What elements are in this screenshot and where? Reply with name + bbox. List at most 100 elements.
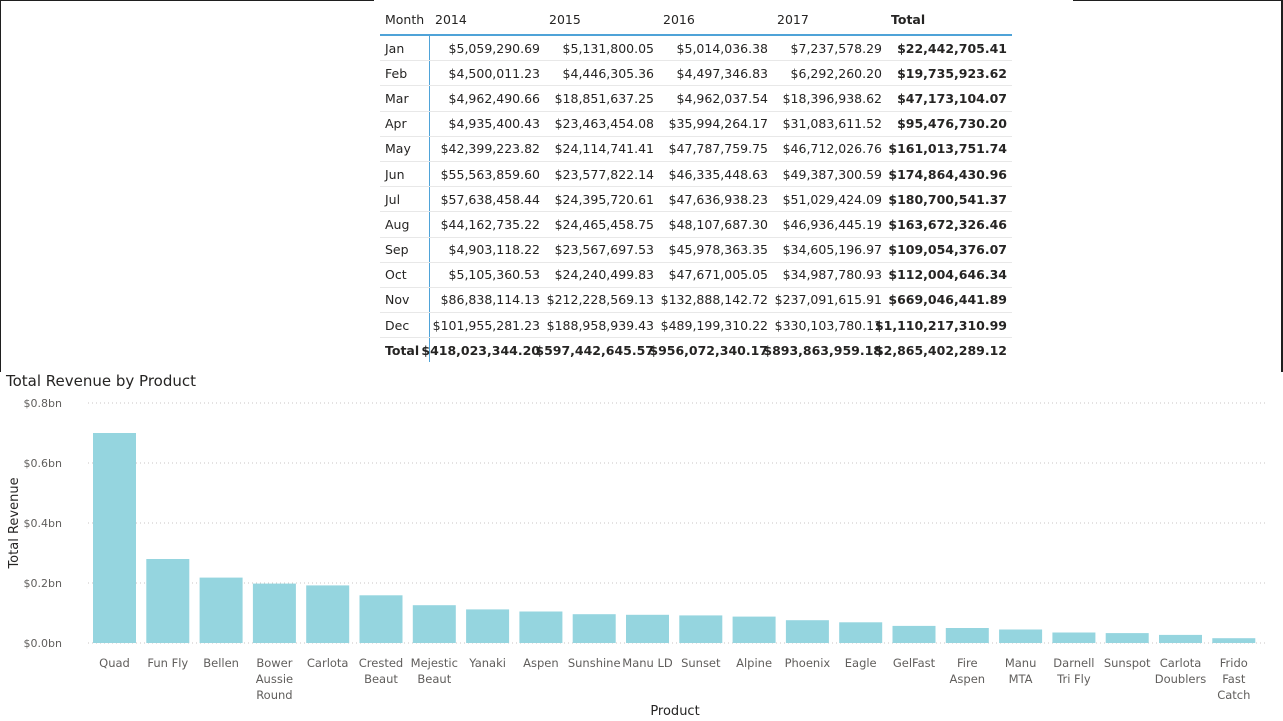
total-2016: $956,072,340.17 [649, 342, 768, 358]
header-total[interactable]: Total [891, 4, 1012, 34]
row-total-value: $1,110,217,310.99 [874, 317, 1007, 333]
matrix-row-mar: Mar $4,962,490.66 $18,851,637.25 $4,962,037… [380, 86, 1012, 112]
cell-value: $86,838,114.13 [440, 292, 540, 308]
matrix-row-apr: Apr $4,935,400.43 $23,463,454.08 $35,994,26… [380, 111, 1012, 137]
row-month-label[interactable]: Nov [385, 288, 429, 312]
frame-border-top-left [0, 0, 374, 1]
cell-value: $132,888,142.72 [660, 292, 768, 308]
cell-value: $47,787,759.75 [668, 141, 768, 157]
row-month-label[interactable]: Jan [385, 36, 429, 60]
bar[interactable] [1212, 638, 1256, 643]
row-month-label[interactable]: Aug [385, 212, 429, 236]
header-2015[interactable]: 2015 [549, 4, 659, 34]
x-tick-label: MTA [1009, 672, 1033, 686]
matrix-body: Jan $5,059,290.69 $5,131,800.05 $5,014,036.… [380, 36, 1012, 339]
bar[interactable] [945, 628, 989, 643]
row-month-label[interactable]: Feb [385, 61, 429, 85]
x-tick-label: Aspen [950, 672, 986, 686]
bar[interactable] [93, 433, 136, 643]
x-tick-label: Mejestic [411, 656, 458, 670]
x-tick-label: GelFast [893, 656, 936, 670]
bar[interactable] [146, 559, 190, 643]
bar[interactable] [839, 622, 883, 643]
cell-value: $47,671,005.05 [668, 267, 768, 283]
row-total-value: $669,046,441.89 [888, 292, 1007, 308]
row-total-value: $22,442,705.41 [897, 40, 1007, 56]
cell-value: $24,240,499.83 [554, 267, 654, 283]
cell-value: $237,091,615.91 [774, 292, 882, 308]
bar[interactable] [999, 629, 1043, 644]
x-tick-label: Tri Fly [1056, 672, 1091, 686]
header-2017[interactable]: 2017 [777, 4, 887, 34]
matrix-row-feb: Feb $4,500,011.23 $4,446,305.36 $4,497,346.… [380, 61, 1012, 87]
bar[interactable] [412, 605, 456, 643]
x-tick-label: Darnell [1053, 656, 1094, 670]
matrix-row-jan: Jan $5,059,290.69 $5,131,800.05 $5,014,036.… [380, 36, 1012, 62]
row-month-label[interactable]: Dec [385, 313, 429, 337]
row-month-label[interactable]: Jun [385, 162, 429, 186]
cell-value: $4,446,305.36 [562, 65, 654, 81]
cell-value: $23,577,822.14 [554, 166, 654, 182]
y-tick-label: $0.2bn [24, 577, 62, 590]
cell-value: $18,851,637.25 [554, 90, 654, 106]
bar[interactable] [359, 595, 403, 643]
y-tick-label: $0.0bn [24, 637, 62, 650]
matrix-row-sep: Sep $4,903,118.22 $23,567,697.53 $45,978,36… [380, 237, 1012, 263]
bar[interactable] [1105, 633, 1149, 643]
row-month-label[interactable]: Mar [385, 86, 429, 110]
bar[interactable] [199, 577, 243, 643]
cell-value: $47,636,938.23 [668, 191, 768, 207]
header-2016[interactable]: 2016 [663, 4, 773, 34]
x-tick-label: Manu LD [622, 656, 673, 670]
matrix-total-row: Total $418,023,344.20 $597,442,645.57 $9… [380, 338, 1012, 363]
bar[interactable] [626, 614, 669, 643]
row-month-label[interactable]: May [385, 137, 429, 161]
cell-value: $23,567,697.53 [554, 242, 654, 258]
cell-value: $6,292,260.20 [790, 65, 882, 81]
x-tick-label: Aussie [256, 672, 293, 686]
bar[interactable] [306, 585, 350, 643]
y-tick-label: $0.4bn [24, 517, 62, 530]
bar[interactable] [732, 616, 776, 643]
cell-value: $212,228,569.13 [546, 292, 654, 308]
row-total-value: $174,864,430.96 [888, 166, 1007, 182]
x-tick-label: Beaut [364, 672, 398, 686]
x-tick-label: Fun Fly [147, 656, 188, 670]
chart-title: Total Revenue by Product [6, 372, 197, 390]
y-tick-label: $0.8bn [24, 397, 62, 410]
x-tick-label: Crested [359, 656, 403, 670]
bar[interactable] [679, 615, 723, 643]
bar[interactable] [519, 611, 563, 644]
row-month-label[interactable]: Sep [385, 238, 429, 262]
matrix-header-row: Month 2014 2015 2016 2017 Total [380, 4, 1012, 36]
cell-value: $44,162,735.22 [440, 216, 540, 232]
row-month-label[interactable]: Oct [385, 263, 429, 287]
matrix-row-aug: Aug $44,162,735.22 $24,465,458.75 $48,107,6… [380, 212, 1012, 238]
cell-value: $24,465,458.75 [554, 216, 654, 232]
row-month-label[interactable]: Jul [385, 187, 429, 211]
cell-value: $31,083,611.52 [782, 116, 882, 132]
bar[interactable] [1052, 632, 1096, 644]
cell-value: $48,107,687.30 [668, 216, 768, 232]
bar[interactable] [252, 583, 296, 643]
cell-value: $34,987,780.93 [782, 267, 882, 283]
bar[interactable] [1159, 634, 1202, 643]
frame-border-left [0, 0, 1, 372]
row-month-label[interactable]: Apr [385, 112, 429, 136]
x-tick-label: Sunshine [568, 656, 621, 670]
bar[interactable] [466, 609, 510, 643]
frame-border-top-right [1073, 0, 1283, 1]
bar[interactable] [572, 614, 616, 643]
cell-value: $46,335,448.63 [668, 166, 768, 182]
bar[interactable] [785, 620, 829, 643]
header-2014[interactable]: 2014 [435, 4, 545, 34]
header-month[interactable]: Month [385, 4, 429, 34]
row-total-value: $19,735,923.62 [897, 65, 1007, 81]
cell-value: $330,103,780.11 [774, 317, 882, 333]
cell-value: $101,955,281.23 [432, 317, 540, 333]
cell-value: $24,395,720.61 [554, 191, 654, 207]
bar[interactable] [892, 625, 936, 643]
x-tick-label: Fire [957, 656, 978, 670]
matrix-row-oct: Oct $5,105,360.53 $24,240,499.83 $47,671,00… [380, 262, 1012, 288]
x-tick-label: Yanaki [468, 656, 506, 670]
